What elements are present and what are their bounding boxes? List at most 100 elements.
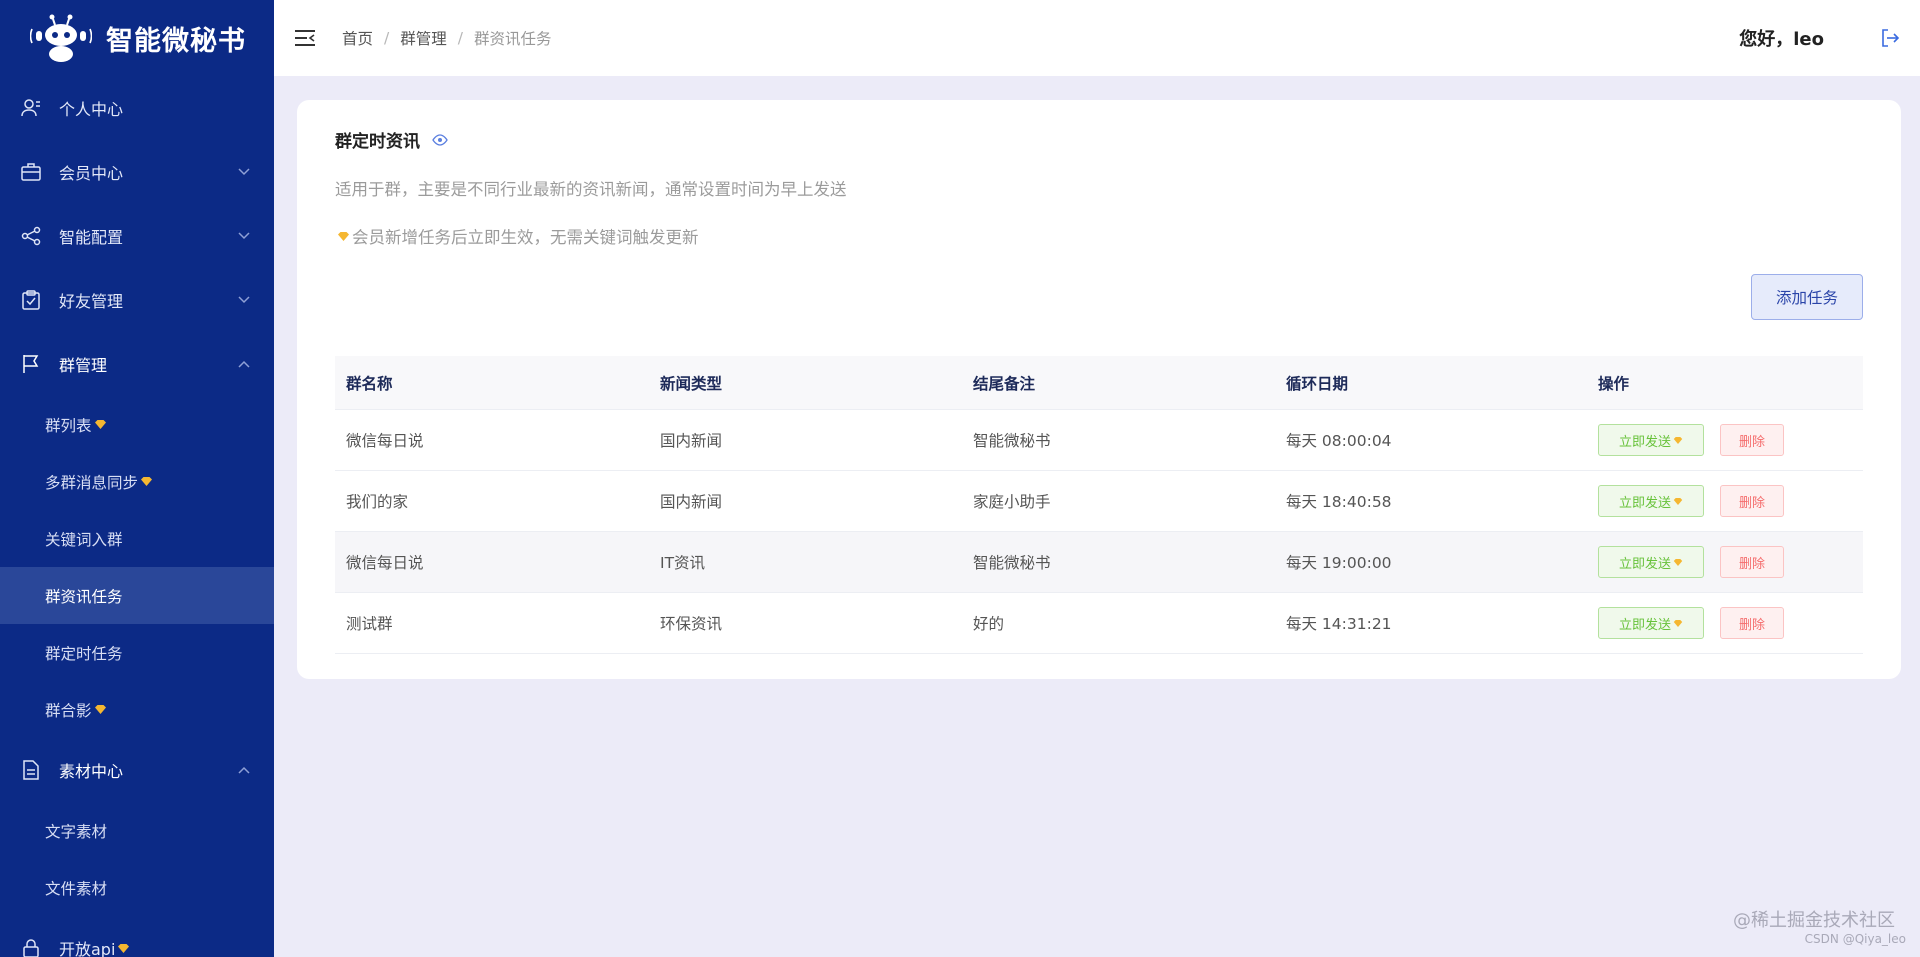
eye-icon[interactable] xyxy=(432,133,448,146)
cell-group-name: 测试群 xyxy=(346,615,393,633)
table-header: 群名称 新闻类型 结尾备注 循环日期 操作 xyxy=(335,356,1863,410)
flag-icon xyxy=(21,354,41,374)
diamond-icon xyxy=(1673,619,1683,627)
member-note-text: 会员新增任务后立即生效，无需关键词触发更新 xyxy=(352,228,699,247)
sidebar-subitem-group-timer-task[interactable]: 群定时任务 xyxy=(0,624,274,681)
news-task-card: 群定时资讯 适用于群，主要是不同行业最新的资讯新闻，通常设置时间为早上发送 会员… xyxy=(297,100,1901,679)
sidebar-item-open-api[interactable]: 开放api xyxy=(0,916,274,957)
sidebar-subitem-text-material[interactable]: 文字素材 xyxy=(0,802,274,859)
user-greeting[interactable]: 您好，leo xyxy=(1739,25,1824,51)
sidebar-item-group-manage[interactable]: 群管理 xyxy=(0,332,274,396)
lock-icon xyxy=(21,938,41,957)
cell-actions: 立即发送 删除 xyxy=(1587,424,1863,456)
sidebar-item-label: 好友管理 xyxy=(59,292,124,311)
send-now-label: 立即发送 xyxy=(1618,617,1671,633)
cell-news-type: 国内新闻 xyxy=(660,493,723,511)
table-row: 测试群 环保资讯 好的 每天 14:31:21 立即发送 删除 xyxy=(335,593,1863,654)
share-icon xyxy=(21,226,41,246)
sidebar-subitem-label: 群列表 xyxy=(45,416,92,435)
cell-news-type: IT资讯 xyxy=(660,554,706,572)
diamond-icon xyxy=(1673,497,1683,505)
sidebar-subitem-group-news-task[interactable]: 群资讯任务 xyxy=(0,567,274,624)
chevron-down-icon xyxy=(238,168,250,176)
breadcrumb-home[interactable]: 首页 xyxy=(342,27,373,49)
delete-button[interactable]: 删除 xyxy=(1720,607,1784,639)
cell-group-name: 微信每日说 xyxy=(346,432,424,450)
column-header: 新闻类型 xyxy=(660,374,723,393)
cell-group-name: 微信每日说 xyxy=(346,554,424,572)
send-now-button[interactable]: 立即发送 xyxy=(1598,485,1704,517)
sidebar-subitem-group-photo[interactable]: 群合影 xyxy=(0,681,274,738)
sidebar: 智能微秘书 个人中心 会员中心 智能配置 好友管理 群管理 群列表 多群消息同步… xyxy=(0,0,274,957)
sidebar-item-label: 开放api xyxy=(59,940,116,957)
cell-date: 每天 14:31:21 xyxy=(1286,615,1392,633)
sidebar-subitem-group-list[interactable]: 群列表 xyxy=(0,396,274,453)
diamond-icon xyxy=(1673,558,1683,566)
brand[interactable]: 智能微秘书 xyxy=(0,0,274,76)
diamond-icon xyxy=(94,705,106,714)
sidebar-subitem-label: 文字素材 xyxy=(45,822,108,841)
cell-actions: 立即发送 删除 xyxy=(1587,607,1863,639)
diamond-icon xyxy=(94,420,106,429)
cell-note: 智能微秘书 xyxy=(973,554,1051,572)
sidebar-subitem-multi-group-sync[interactable]: 多群消息同步 xyxy=(0,453,274,510)
cell-actions: 立即发送 删除 xyxy=(1587,485,1863,517)
delete-button[interactable]: 删除 xyxy=(1720,424,1784,456)
column-header: 循环日期 xyxy=(1286,374,1349,393)
send-now-label: 立即发送 xyxy=(1618,495,1671,511)
watermark: @稀土掘金技术社区 xyxy=(1733,910,1895,931)
table-row: 我们的家 国内新闻 家庭小助手 每天 18:40:58 立即发送 删除 xyxy=(335,471,1863,532)
sidebar-item-label: 个人中心 xyxy=(59,100,124,119)
send-now-button[interactable]: 立即发送 xyxy=(1598,546,1704,578)
breadcrumb-group-manage[interactable]: 群管理 xyxy=(400,27,447,49)
sidebar-item-label: 智能配置 xyxy=(59,228,124,247)
column-header: 操作 xyxy=(1598,374,1630,393)
send-now-button[interactable]: 立即发送 xyxy=(1598,424,1704,456)
send-now-label: 立即发送 xyxy=(1618,434,1671,450)
table-row: 微信每日说 国内新闻 智能微秘书 每天 08:00:04 立即发送 删除 xyxy=(335,410,1863,471)
user-icon xyxy=(21,98,41,118)
column-header: 结尾备注 xyxy=(973,374,1036,393)
cell-news-type: 国内新闻 xyxy=(660,432,723,450)
sidebar-subitem-keyword-join[interactable]: 关键词入群 xyxy=(0,510,274,567)
send-now-button[interactable]: 立即发送 xyxy=(1598,607,1704,639)
diamond-icon xyxy=(1673,436,1683,444)
sidebar-item-label: 素材中心 xyxy=(59,762,124,781)
sidebar-item-personal-center[interactable]: 个人中心 xyxy=(0,76,274,140)
sidebar-subitem-label: 群合影 xyxy=(45,701,92,720)
sidebar-subitem-label: 群定时任务 xyxy=(45,644,123,663)
card-title: 群定时资讯 xyxy=(335,127,448,152)
chevron-down-icon xyxy=(238,232,250,240)
add-task-button[interactable]: 添加任务 xyxy=(1751,274,1863,320)
cell-note: 智能微秘书 xyxy=(973,432,1051,450)
logout-icon[interactable] xyxy=(1880,28,1900,48)
delete-button[interactable]: 删除 xyxy=(1720,546,1784,578)
sidebar-subitem-label: 群资讯任务 xyxy=(45,587,123,606)
card-member-note: 会员新增任务后立即生效，无需关键词触发更新 xyxy=(335,224,699,248)
menu-fold-icon[interactable] xyxy=(294,29,316,47)
sidebar-subitem-label: 文件素材 xyxy=(45,879,108,898)
sidebar-subitem-label: 关键词入群 xyxy=(45,530,123,549)
cell-news-type: 环保资讯 xyxy=(660,615,723,633)
sidebar-item-label: 会员中心 xyxy=(59,164,124,183)
sidebar-item-smart-config[interactable]: 智能配置 xyxy=(0,204,274,268)
breadcrumb-current: 群资讯任务 xyxy=(474,30,552,48)
sidebar-item-material-center[interactable]: 素材中心 xyxy=(0,738,274,802)
sidebar-subitem-file-material[interactable]: 文件素材 xyxy=(0,859,274,916)
chevron-up-icon xyxy=(238,360,250,368)
sidebar-item-friend-manage[interactable]: 好友管理 xyxy=(0,268,274,332)
task-table: 群名称 新闻类型 结尾备注 循环日期 操作 微信每日说 国内新闻 智能微秘书 每… xyxy=(335,356,1863,654)
cell-note: 家庭小助手 xyxy=(973,493,1051,511)
breadcrumb: 首页 / 群管理 / 群资讯任务 xyxy=(342,27,552,49)
delete-button[interactable]: 删除 xyxy=(1720,485,1784,517)
sidebar-item-member-center[interactable]: 会员中心 xyxy=(0,140,274,204)
send-now-label: 立即发送 xyxy=(1618,556,1671,572)
document-icon xyxy=(21,760,41,780)
cell-date: 每天 08:00:04 xyxy=(1286,432,1392,450)
top-header: 首页 / 群管理 / 群资讯任务 您好，leo xyxy=(274,0,1920,76)
clipboard-check-icon xyxy=(21,290,41,310)
robot-logo-icon xyxy=(30,14,92,62)
sidebar-item-label: 群管理 xyxy=(59,356,108,375)
cell-note: 好的 xyxy=(973,615,1005,633)
cell-date: 每天 19:00:00 xyxy=(1286,554,1392,572)
